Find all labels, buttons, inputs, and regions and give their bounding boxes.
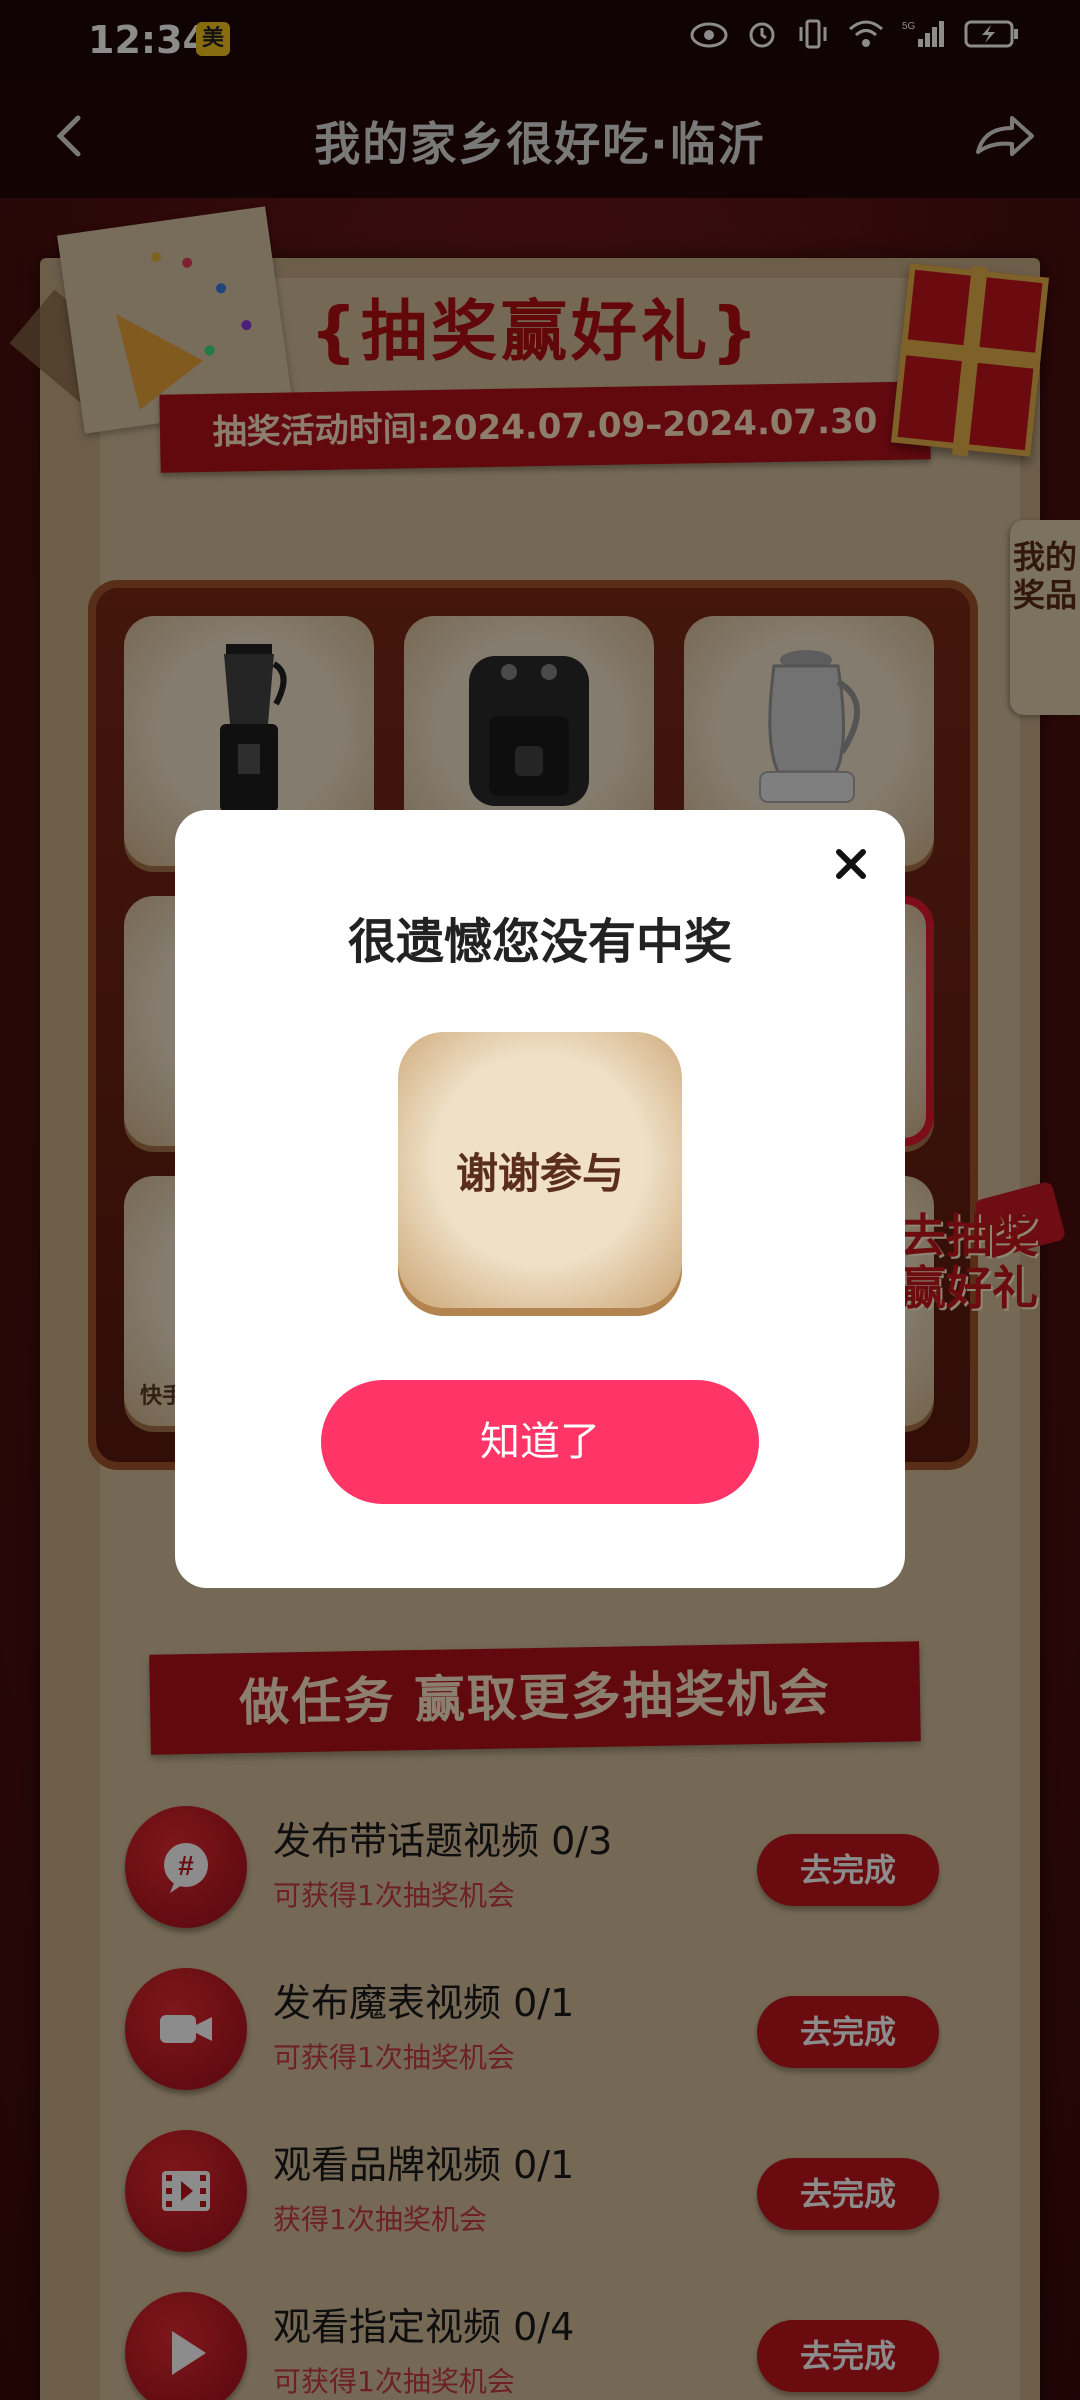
prize-result-tile: 谢谢参与: [398, 1032, 682, 1316]
confirm-button[interactable]: 知道了: [321, 1380, 759, 1504]
dialog-title: 很遗憾您没有中奖: [347, 914, 732, 970]
close-icon: [836, 849, 866, 879]
result-dialog: 很遗憾您没有中奖 谢谢参与 知道了: [175, 810, 905, 1588]
close-button[interactable]: [831, 844, 871, 884]
prize-result-text: 谢谢参与: [455, 1149, 624, 1198]
